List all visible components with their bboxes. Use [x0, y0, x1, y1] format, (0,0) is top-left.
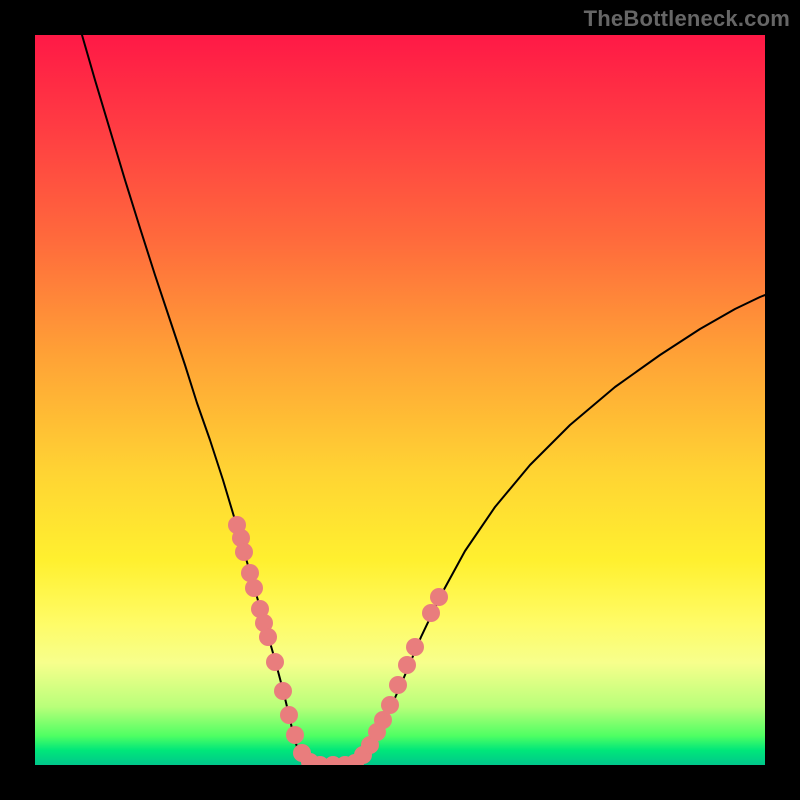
marker-point [280, 706, 298, 724]
plot-area [35, 35, 765, 765]
marker-point [398, 656, 416, 674]
marker-point [259, 628, 277, 646]
scatter-markers [228, 516, 448, 765]
marker-point [389, 676, 407, 694]
marker-point [235, 543, 253, 561]
watermark-text: TheBottleneck.com [584, 6, 790, 32]
marker-point [245, 579, 263, 597]
marker-point [381, 696, 399, 714]
marker-point [274, 682, 292, 700]
marker-point [286, 726, 304, 744]
series-right-branch [353, 295, 765, 765]
chart-svg [35, 35, 765, 765]
series-left-branch [82, 35, 318, 765]
curve-lines [82, 35, 765, 765]
marker-point [406, 638, 424, 656]
marker-point [422, 604, 440, 622]
chart-frame: TheBottleneck.com [0, 0, 800, 800]
marker-point [430, 588, 448, 606]
marker-point [266, 653, 284, 671]
